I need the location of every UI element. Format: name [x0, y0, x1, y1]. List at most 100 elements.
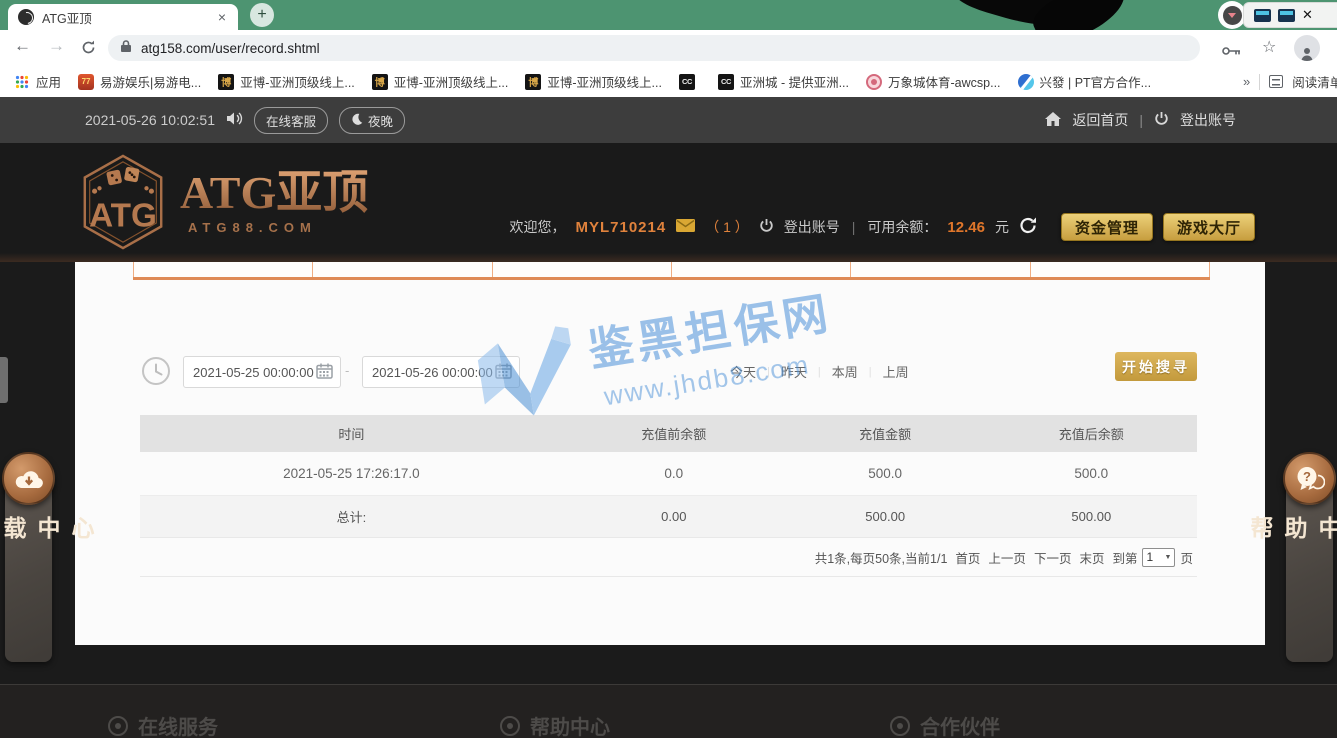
browser-profile-avatar[interactable]	[1218, 1, 1246, 29]
quick-link-last-week[interactable]: 上周	[883, 362, 909, 381]
window-restore-icon[interactable]	[1254, 9, 1271, 22]
bookmark-item[interactable]: 博 亚博-亚洲顶级线上...	[218, 72, 355, 91]
nav-tab[interactable]	[850, 262, 1029, 277]
logo-hexagon-icon: ATG	[78, 154, 168, 250]
bookmark-item[interactable]: CC 亚洲城 - 提供亚洲...	[718, 72, 849, 91]
refresh-icon[interactable]	[1019, 217, 1038, 237]
yabo-icon: 博	[372, 74, 388, 90]
footer-help-center: 帮助中心	[500, 711, 610, 738]
table-row: 2021-05-25 17:26:17.0 0.0 500.0 500.0	[140, 452, 1197, 496]
new-tab-button[interactable]: +	[250, 3, 274, 27]
date-from-input[interactable]: 2021-05-25 00:00:00	[183, 356, 341, 388]
page-select[interactable]: 1 ▼	[1142, 548, 1175, 567]
browser-tab[interactable]: ATG亚顶 ×	[8, 4, 238, 30]
calendar-icon[interactable]	[316, 363, 333, 382]
wanxiang-icon	[866, 74, 882, 90]
nav-tab[interactable]	[133, 262, 312, 277]
footer-online-service: 在线服务	[108, 711, 218, 738]
quick-link-this-week[interactable]: 本周	[832, 362, 858, 381]
logo-domain: ATG88.COM	[180, 220, 368, 235]
pagination-last[interactable]: 末页	[1079, 548, 1104, 567]
pagination-next[interactable]: 下一页	[1034, 548, 1072, 567]
page-select-value: 1	[1146, 550, 1153, 564]
date-range-dash: -	[345, 363, 349, 378]
window-controls[interactable]: ✕	[1243, 2, 1337, 28]
help-center-label: 帮助中心	[1243, 516, 1337, 552]
pagination-first[interactable]: 首页	[955, 548, 980, 567]
speaker-icon[interactable]	[226, 111, 243, 129]
browser-tabstrip: ATG亚顶 × + ✕	[0, 0, 1337, 30]
envelope-icon[interactable]	[676, 219, 695, 235]
screen: ATG亚顶 × + ✕ ← → atg158.com/user/record.s…	[0, 0, 1337, 738]
date-to-value: 2021-05-26 00:00:00	[372, 365, 493, 380]
power-icon	[759, 218, 774, 236]
night-mode-label: 夜晚	[368, 111, 393, 130]
yabo-icon: 博	[525, 74, 541, 90]
profile-avatar-icon[interactable]	[1294, 35, 1320, 61]
overflow-chevrons-icon[interactable]: »	[1243, 74, 1250, 89]
window-minimize-icon[interactable]	[1278, 9, 1295, 22]
nav-tab-strip	[133, 262, 1210, 280]
bookmark-label: 应用	[36, 72, 61, 91]
col-header-time: 时间	[140, 415, 563, 452]
bookmark-label: 易游娱乐|易游电...	[100, 72, 201, 91]
divider: |	[1139, 112, 1143, 128]
address-bar[interactable]: atg158.com/user/record.shtml	[108, 35, 1200, 61]
nav-tab[interactable]	[671, 262, 850, 277]
bookmark-item[interactable]: 博 亚博-亚洲顶级线上...	[525, 72, 662, 91]
bookmark-star-icon[interactable]: ☆	[1262, 37, 1276, 57]
forward-icon[interactable]: →	[48, 36, 65, 56]
bookmark-item[interactable]: 兴發 | PT官方合作...	[1018, 72, 1152, 91]
date-from-value: 2021-05-25 00:00:00	[193, 365, 314, 380]
bookmark-item[interactable]: CC	[679, 74, 701, 90]
chevron-down-icon: ▼	[1165, 554, 1172, 561]
reading-list-label[interactable]: 阅读清单	[1292, 72, 1337, 91]
bookmark-item[interactable]: 77 易游娱乐|易游电...	[78, 72, 201, 91]
cell-amount: 500.0	[785, 452, 986, 495]
cc-icon: CC	[679, 74, 695, 90]
night-mode-button[interactable]: 夜晚	[339, 107, 405, 134]
logout-link[interactable]: 登出账号	[1180, 110, 1236, 130]
search-button[interactable]: 开始搜寻	[1115, 352, 1197, 381]
site-favicon-icon	[18, 9, 34, 25]
yabo-icon: 博	[218, 74, 234, 90]
quick-link-today[interactable]: 今天	[730, 362, 756, 381]
reading-list-icon[interactable]	[1269, 75, 1283, 88]
tab-close-icon[interactable]: ×	[214, 9, 230, 25]
calendar-icon[interactable]	[495, 363, 512, 382]
bookmark-item[interactable]: 万象城体育-awcsp...	[866, 72, 1001, 91]
funds-management-button[interactable]: 资金管理	[1061, 213, 1153, 241]
nav-tab[interactable]	[492, 262, 671, 277]
bookmark-apps[interactable]: 应用	[14, 72, 61, 91]
cloud-download-icon[interactable]	[2, 452, 55, 505]
left-edge-handle[interactable]	[0, 357, 8, 403]
online-service-button[interactable]: 在线客服	[254, 107, 328, 134]
xingfa-icon	[1018, 74, 1034, 90]
logout-link[interactable]: 登出账号	[784, 217, 840, 237]
nav-tab[interactable]	[312, 262, 491, 277]
site-footer: 在线服务 帮助中心 合作伙伴	[0, 684, 1337, 738]
goto-prefix: 到第	[1112, 548, 1137, 567]
nav-tab[interactable]	[1030, 262, 1210, 277]
pagination-prev[interactable]: 上一页	[988, 548, 1026, 567]
game-lobby-button[interactable]: 游戏大厅	[1163, 213, 1255, 241]
password-key-icon[interactable]	[1222, 43, 1241, 61]
reload-icon[interactable]	[80, 39, 97, 61]
message-count[interactable]: （ 1 ）	[705, 217, 749, 237]
divider: |	[869, 366, 872, 378]
site-logo[interactable]: ATG ATG亚顶 ATG88.COM	[78, 154, 368, 250]
window-close-icon[interactable]: ✕	[1302, 7, 1313, 23]
bookmark-item[interactable]: 博 亚博-亚洲顶级线上...	[372, 72, 509, 91]
table-total-row: 总计: 0.00 500.00 500.00	[140, 496, 1197, 537]
bookmark-label: 万象城体育-awcsp...	[888, 72, 1001, 91]
home-link[interactable]: 返回首页	[1072, 110, 1128, 130]
help-chat-icon[interactable]: ?	[1283, 452, 1336, 505]
bookmark-label: 亚博-亚洲顶级线上...	[547, 72, 662, 91]
cell-total-amount: 500.00	[785, 496, 986, 537]
bookmark-label: 亚洲城 - 提供亚洲...	[740, 72, 849, 91]
bookmark-label: 亚博-亚洲顶级线上...	[394, 72, 509, 91]
quick-link-yesterday[interactable]: 昨天	[781, 362, 807, 381]
back-icon[interactable]: ←	[14, 36, 31, 56]
footer-section-title: 在线服务	[138, 711, 218, 738]
date-to-input[interactable]: 2021-05-26 00:00:00	[362, 356, 520, 388]
